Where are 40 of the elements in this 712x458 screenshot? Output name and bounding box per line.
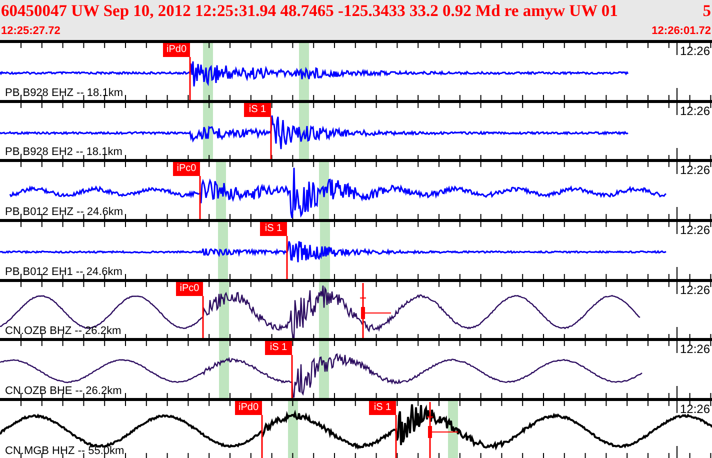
time-window-band [288, 401, 298, 458]
station-label: PB.B012 EHZ -- 24.6km [5, 206, 123, 218]
pick-flag[interactable]: iPc0 [176, 282, 203, 296]
pick-line[interactable] [261, 415, 263, 458]
pick-flag[interactable]: iS 1 [260, 222, 287, 236]
pick-line[interactable] [202, 296, 204, 339]
time-window-band [218, 222, 228, 280]
station-label: PB.B928 EHZ -- 18.1km [5, 86, 123, 99]
pick-line[interactable] [199, 176, 201, 220]
pick-flag[interactable]: iPd0 [235, 401, 262, 416]
station-label: PB.B012 EH1 -- 24.6km [5, 266, 122, 278]
time-label: 12:26 [680, 44, 710, 58]
end-time: 12:26:01.72 [652, 24, 711, 36]
pick-flag[interactable]: iS 1 [244, 102, 271, 117]
time-label: 12:26 [680, 402, 710, 416]
pick-flag[interactable]: iPd0 [163, 43, 190, 57]
station-label: CN.OZB BHZ -- 26.2km [5, 325, 122, 338]
station-label: CN.OZB BHE -- 26.2km [5, 385, 122, 398]
station-label: CN.MGB HHZ -- 55.0km [5, 444, 124, 457]
station-label: PB.B928 EH2 -- 18.1km [5, 146, 122, 158]
time-label: 12:26 [680, 342, 710, 356]
pick-flag[interactable]: iS 1 [265, 341, 292, 356]
time-label: 12:26 [680, 282, 710, 297]
event-title-tail: 5 [702, 1, 711, 21]
pick-flag[interactable]: iS 1 [369, 401, 396, 416]
pick-line[interactable] [395, 415, 397, 458]
time-window-band [219, 341, 229, 398]
pick-line[interactable] [189, 57, 191, 100]
event-title: 60450047 UW Sep 10, 2012 12:25:31.94 48.7465 -125.3433 33.2 0.92 Md re amyw UW 01 [1, 1, 618, 21]
start-time: 12:25:27.72 [1, 24, 60, 36]
pick-line[interactable] [291, 355, 293, 398]
amplitude-marker [426, 402, 458, 458]
amplitude-marker [360, 282, 392, 339]
time-label: 12:26 [680, 223, 710, 238]
pick-line[interactable] [286, 236, 288, 280]
pick-flag[interactable]: iPc0 [173, 162, 200, 176]
time-window-band [219, 282, 229, 339]
pick-line[interactable] [270, 116, 272, 160]
time-label: 12:26 [680, 104, 710, 118]
time-label: 12:26 [680, 163, 710, 178]
